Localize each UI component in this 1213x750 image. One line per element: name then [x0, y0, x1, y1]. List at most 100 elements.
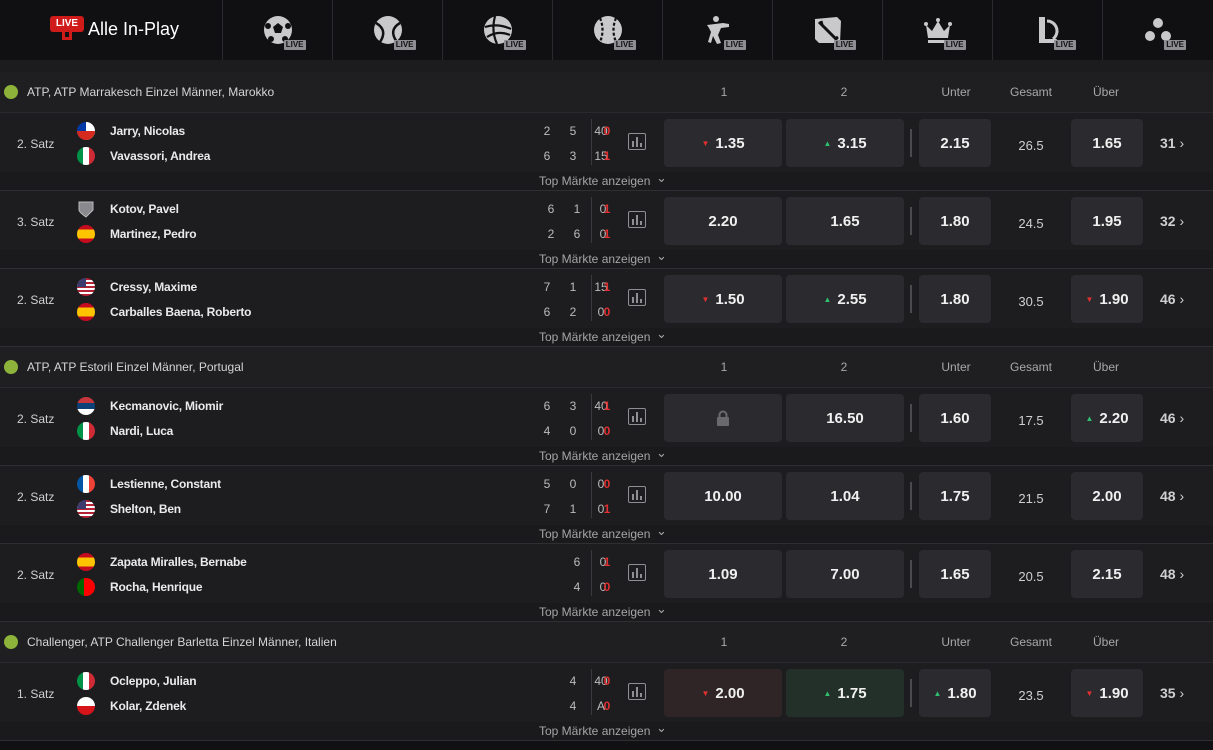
more-markets-link[interactable]: 46 ›: [1160, 291, 1184, 307]
league-name[interactable]: Challenger, ATP Challenger Barletta Einz…: [27, 635, 337, 649]
match-main[interactable]: 2. Satz Zapata Miralles, Bernabe 6 0 1 Rocha,…: [0, 544, 1213, 603]
tab-sport-more-sports[interactable]: LIVE: [1103, 0, 1213, 60]
match-main[interactable]: 1. Satz Ocleppo, Julian 4 40 0 Kolar, Zdenek 4…: [0, 663, 1213, 722]
odd-under-button[interactable]: 1.60: [919, 394, 991, 442]
top-markets-toggle[interactable]: Top Märkte anzeigen ⌄: [0, 523, 1213, 544]
league-name[interactable]: ATP, ATP Estoril Einzel Männer, Portugal: [27, 360, 244, 374]
odd-away-button[interactable]: ▲ 3.15: [786, 119, 904, 167]
odd-home-button[interactable]: 1.09: [664, 550, 782, 598]
match-row: 1. Satz Ocleppo, Julian 4 40 0 Kolar, Zdenek 4…: [0, 663, 1213, 741]
odd-over-button[interactable]: 2.15: [1071, 550, 1143, 598]
tab-sport-dota[interactable]: LIVE: [773, 0, 883, 60]
odd-away-button[interactable]: 1.65: [786, 197, 904, 245]
top-markets-toggle[interactable]: Top Märkte anzeigen ⌄: [0, 248, 1213, 269]
tab-sport-tennis-ball[interactable]: LIVE: [333, 0, 443, 60]
chevron-down-icon: ⌄: [656, 720, 667, 735]
odd-under-button[interactable]: 1.65: [919, 550, 991, 598]
total-line: 17.5: [995, 394, 1067, 442]
live-badge: LIVE: [1164, 40, 1186, 50]
odd-under-button[interactable]: 1.80: [919, 275, 991, 323]
player-name: Kolar, Zdenek: [110, 699, 187, 713]
odd-over-button[interactable]: 2.00: [1071, 472, 1143, 520]
odd-over-button-value: 2.15: [1092, 565, 1122, 583]
more-markets-link[interactable]: 35 ›: [1160, 685, 1184, 701]
top-markets-toggle[interactable]: Top Märkte anzeigen ⌄: [0, 720, 1213, 741]
league-name[interactable]: ATP, ATP Marrakesch Einzel Männer, Marok…: [27, 85, 274, 99]
tab-sport-league-of-legends[interactable]: LIVE: [993, 0, 1103, 60]
match-main[interactable]: 2. Satz Jarry, Nicolas 2 5 40 0 Vavassori, And…: [0, 113, 1213, 172]
odd-over-button[interactable]: 1.65: [1071, 119, 1143, 167]
set-score: 7: [543, 280, 551, 294]
odd-under-button[interactable]: ▲ 1.80: [919, 669, 991, 717]
top-markets-toggle[interactable]: Top Märkte anzeigen ⌄: [0, 326, 1213, 347]
tab-sport-volleyball[interactable]: LIVE: [443, 0, 553, 60]
more-markets-link[interactable]: 32 ›: [1160, 213, 1184, 229]
odd-under-button[interactable]: 1.75: [919, 472, 991, 520]
more-markets-link[interactable]: 48 ›: [1160, 566, 1184, 582]
stats-chart-icon[interactable]: [628, 683, 646, 700]
set-score: 7: [543, 502, 551, 516]
flag-italy-icon: [77, 672, 95, 690]
more-markets-count: 48: [1160, 566, 1176, 582]
league-of-legends-icon: LIVE: [1028, 10, 1076, 50]
serve-indicator: 0: [603, 305, 611, 319]
odd-over-button[interactable]: ▼ 1.90: [1071, 275, 1143, 323]
odd-home-button[interactable]: ▼ 1.35: [664, 119, 782, 167]
match-main[interactable]: 2. Satz Cressy, Maxime 7 1 15 1 Carballes Baen…: [0, 269, 1213, 328]
top-markets-toggle[interactable]: Top Märkte anzeigen ⌄: [0, 170, 1213, 191]
tab-sport-soccer-ball[interactable]: LIVE: [223, 0, 333, 60]
flag-italy-icon: [77, 147, 95, 165]
more-markets-link[interactable]: 31 ›: [1160, 135, 1184, 151]
odd-under-button[interactable]: 2.15: [919, 119, 991, 167]
odd-away-button[interactable]: 1.04: [786, 472, 904, 520]
serve-indicator: 0: [603, 674, 611, 688]
odd-away-button[interactable]: ▲ 2.55: [786, 275, 904, 323]
odd-home-button[interactable]: 2.20: [664, 197, 782, 245]
odd-away-button[interactable]: 7.00: [786, 550, 904, 598]
score-divider: [591, 119, 592, 165]
stats-chart-icon[interactable]: [628, 408, 646, 425]
odd-home-button[interactable]: ▼ 1.50: [664, 275, 782, 323]
odd-away-button[interactable]: ▲ 1.75: [786, 669, 904, 717]
odds-divider: [910, 560, 912, 588]
stats-chart-icon[interactable]: [628, 564, 646, 581]
match-main[interactable]: 2. Satz Lestienne, Constant 5 0 0 0 Shelton, B…: [0, 466, 1213, 525]
odd-under-button[interactable]: 1.80: [919, 197, 991, 245]
stats-chart-icon[interactable]: [628, 211, 646, 228]
set-score: 3: [569, 399, 577, 413]
odd-home-button[interactable]: 10.00: [664, 472, 782, 520]
odd-over-button[interactable]: ▲ 2.20: [1071, 394, 1143, 442]
odd-home-button[interactable]: ▼ 2.00: [664, 669, 782, 717]
chevron-down-icon: ⌄: [656, 248, 667, 263]
odd-away-button[interactable]: 16.50: [786, 394, 904, 442]
stats-chart-icon[interactable]: [628, 289, 646, 306]
more-markets-link[interactable]: 46 ›: [1160, 410, 1184, 426]
column-header-total: Gesamt: [1009, 360, 1053, 374]
match-main[interactable]: 3. Satz Kotov, Pavel 6 1 0 1 Martinez, Pedro 2 6…: [0, 191, 1213, 250]
match-main[interactable]: 2. Satz Kecmanovic, Miomir 6 3 4 0 1 Nardi, Luc…: [0, 388, 1213, 447]
total-line-value: 24.5: [1018, 215, 1044, 231]
flag-usa-icon: [77, 278, 95, 296]
match-row: 2. Satz Zapata Miralles, Bernabe 6 0 1 Rocha,…: [0, 544, 1213, 622]
stats-chart-icon[interactable]: [628, 133, 646, 150]
flag-italy-icon: [77, 422, 95, 440]
odd-over-button-value: 2.20: [1099, 409, 1129, 427]
chevron-right-icon: ›: [1175, 213, 1185, 229]
odds-divider: [910, 207, 912, 235]
top-markets-toggle[interactable]: Top Märkte anzeigen ⌄: [0, 445, 1213, 466]
more-markets-link[interactable]: 48 ›: [1160, 488, 1184, 504]
tab-sport-counter-strike[interactable]: LIVE: [663, 0, 773, 60]
odd-over-button-value: 2.00: [1092, 487, 1122, 505]
tab-sport-crown[interactable]: LIVE: [883, 0, 993, 60]
score-divider: [591, 275, 592, 321]
more-markets-count: 48: [1160, 488, 1176, 504]
top-markets-toggle[interactable]: Top Märkte anzeigen ⌄: [0, 601, 1213, 622]
tab-all-in-play[interactable]: LIVE Alle In-Play: [0, 0, 223, 60]
flag-czech-icon: [77, 697, 95, 715]
serve-indicator: 1: [603, 202, 611, 216]
odd-over-button[interactable]: ▼ 1.90: [1071, 669, 1143, 717]
stats-chart-icon[interactable]: [628, 486, 646, 503]
odd-over-button[interactable]: 1.95: [1071, 197, 1143, 245]
set-score: 6: [573, 227, 581, 241]
tab-sport-baseball[interactable]: LIVE: [553, 0, 663, 60]
